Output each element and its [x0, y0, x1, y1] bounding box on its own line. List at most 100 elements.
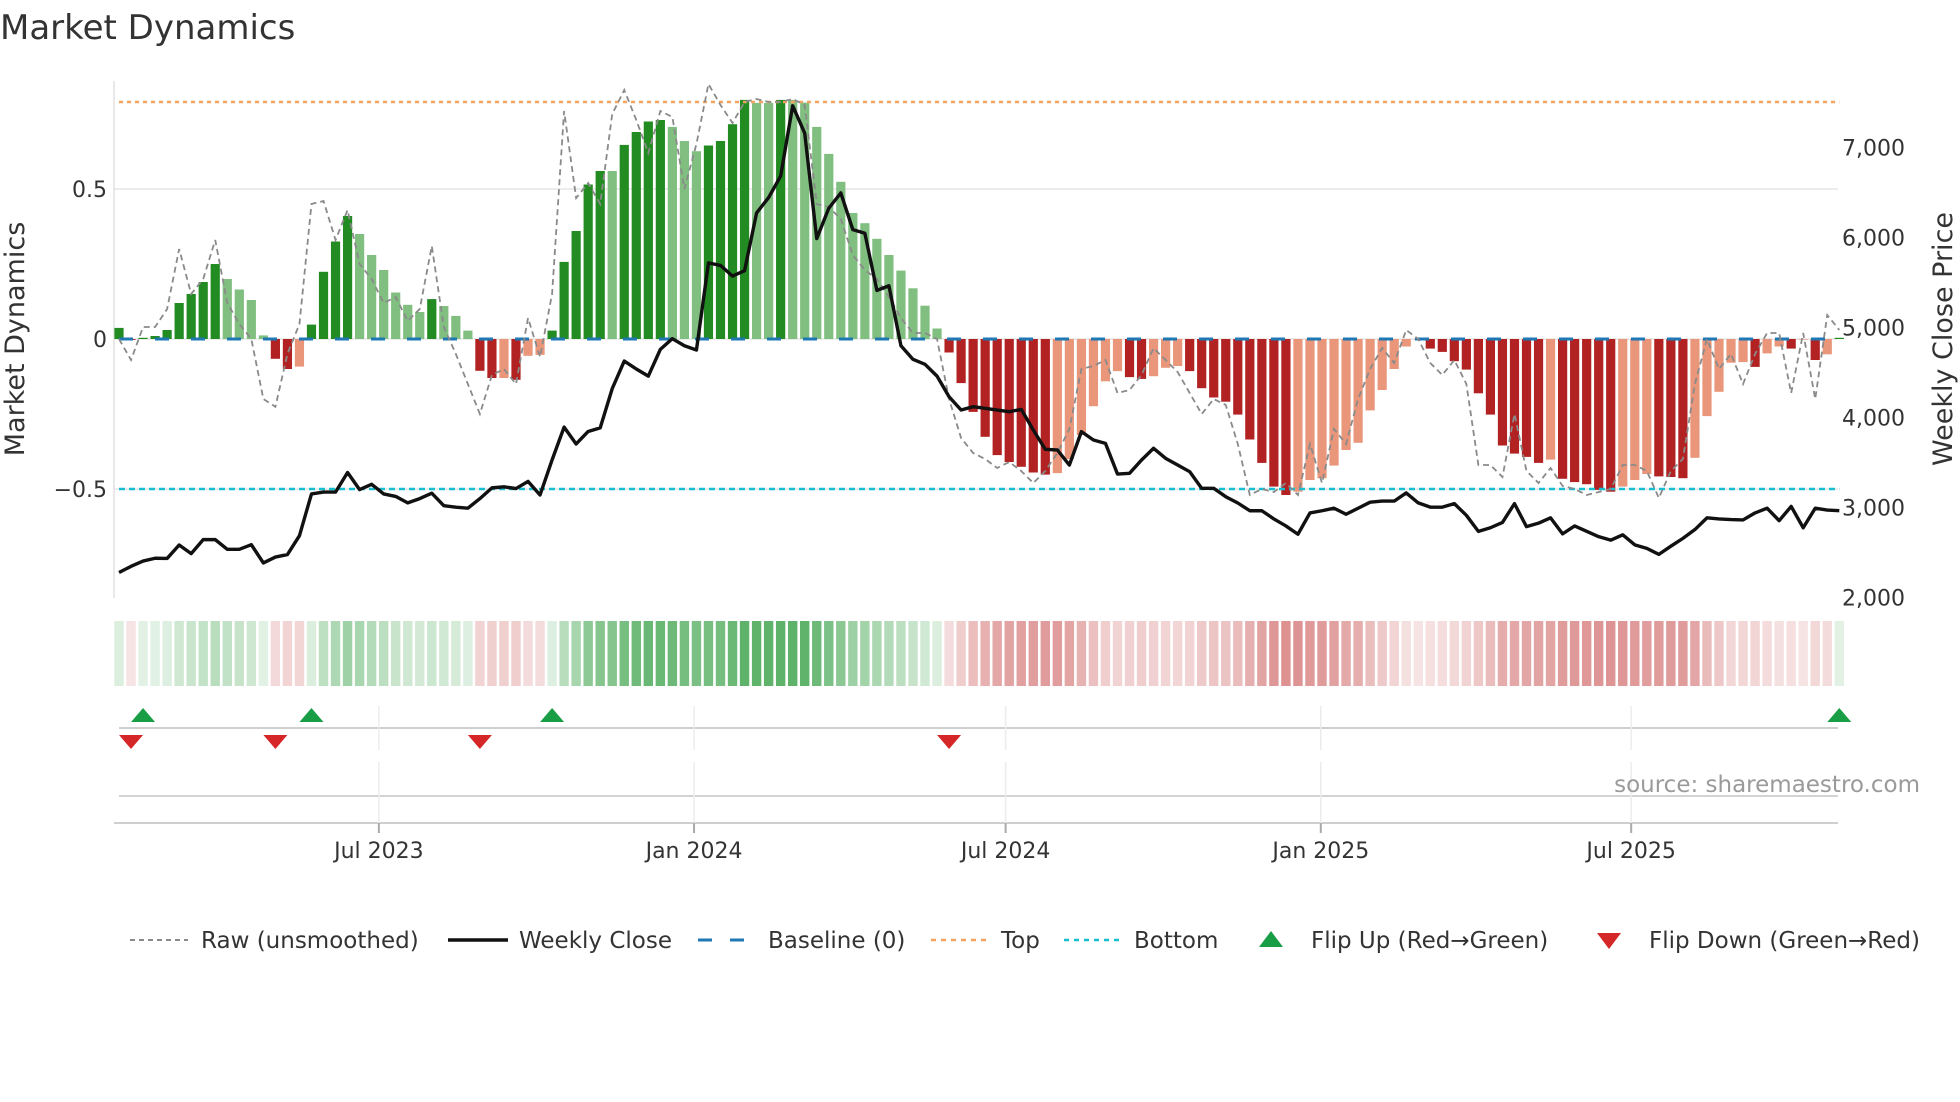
- strip-cell: [1112, 621, 1123, 686]
- strip-cell: [1221, 621, 1231, 686]
- flip-down-marker: [467, 735, 492, 749]
- strip-cell: [896, 621, 906, 686]
- strip-cell: [1630, 621, 1640, 686]
- flip-up-marker: [1827, 708, 1852, 722]
- dynamics-bar: [739, 99, 750, 340]
- dynamics-bar: [114, 327, 124, 339]
- strip-cell: [1245, 621, 1255, 686]
- strip-cell: [908, 621, 918, 686]
- dynamics-bar: [980, 339, 990, 437]
- dynamics-bar: [727, 124, 738, 339]
- strip-cell: [703, 621, 714, 686]
- dynamics-bar: [619, 144, 629, 339]
- dynamics-bar: [234, 289, 244, 339]
- dynamics-bar: [631, 132, 641, 339]
- strip-cell: [1377, 621, 1387, 686]
- strip-cell: [366, 621, 377, 686]
- dynamics-bar: [379, 270, 389, 339]
- strip-cell: [559, 621, 569, 686]
- dynamics-bar: [691, 151, 702, 339]
- dynamics-bar: [559, 261, 569, 339]
- dynamics-bar: [667, 126, 677, 340]
- strip-cell: [667, 621, 678, 686]
- dynamics-bar: [655, 120, 665, 339]
- dynamics-bar: [571, 231, 581, 339]
- strip-cell: [1449, 621, 1460, 686]
- dynamics-bar: [1533, 339, 1544, 463]
- strip-cell: [1413, 621, 1423, 686]
- dynamics-bar: [1582, 339, 1592, 485]
- strip-cell: [607, 621, 617, 686]
- strip-cell: [619, 621, 629, 686]
- dynamics-bar: [1088, 339, 1099, 407]
- dynamics-bar: [595, 171, 605, 339]
- dynamics-bar: [1209, 339, 1219, 398]
- strip-cell: [872, 621, 882, 686]
- dynamics-bar: [1642, 339, 1652, 474]
- strip-cell: [1822, 621, 1832, 686]
- dynamics-bar: [824, 153, 834, 339]
- strip-cell: [1136, 621, 1147, 686]
- strip-cell: [1545, 621, 1556, 686]
- strip-cell: [1714, 621, 1724, 686]
- strip-cell: [378, 621, 389, 686]
- strip-cell: [487, 621, 497, 686]
- strip-cell: [1678, 621, 1688, 686]
- strip-cell: [1461, 621, 1472, 686]
- dynamics-bar: [1485, 339, 1496, 415]
- dynamics-bar: [1185, 339, 1195, 372]
- strip-cell: [318, 621, 329, 686]
- strip-cell: [523, 621, 533, 686]
- strip-cell: [1473, 621, 1484, 686]
- legend-flip-down-label: Flip Down (Green→Red): [1649, 928, 1920, 954]
- source-label: source: sharemaestro.com: [1614, 772, 1920, 798]
- strip-cell: [1569, 621, 1580, 686]
- right-tick-label: 5,000: [1842, 317, 1905, 342]
- strip-cell: [1233, 621, 1243, 686]
- strip-cell: [1016, 621, 1026, 686]
- strip-cell: [956, 621, 966, 686]
- dynamics-bar: [1666, 339, 1676, 477]
- strip-cell: [427, 621, 437, 686]
- strip-cell: [1197, 621, 1207, 686]
- strip-cell: [499, 621, 509, 686]
- strip-cell: [1401, 621, 1411, 686]
- strip-cell: [222, 621, 232, 686]
- strip-cell: [1618, 621, 1628, 686]
- dynamics-bar: [944, 339, 954, 353]
- strip-cell: [439, 621, 449, 686]
- legend-bottom-label: Bottom: [1134, 928, 1218, 954]
- strip-cell: [812, 621, 822, 686]
- dynamics-bar: [1822, 339, 1832, 355]
- dynamics-bar: [1016, 339, 1026, 467]
- dynamics-bar: [776, 99, 786, 340]
- dynamics-bar: [1521, 339, 1532, 457]
- strip-cell: [884, 621, 894, 686]
- strip-cell: [1834, 621, 1844, 686]
- x-tick-label: Jan 2024: [644, 839, 743, 864]
- strip-cell: [655, 621, 666, 686]
- strip-cell: [1365, 621, 1375, 686]
- strip-cell: [571, 621, 581, 686]
- strip-cell: [186, 621, 196, 686]
- level-lines: [119, 100, 1840, 491]
- dynamics-bar: [174, 303, 184, 339]
- left-axis-title: Market Dynamics: [0, 222, 31, 457]
- strip-cell: [1606, 621, 1616, 686]
- dynamics-bar: [451, 315, 461, 339]
- flip-up-marker: [299, 708, 324, 722]
- strip-cell: [1557, 621, 1568, 686]
- x-axis: Jul 2023 Jan 2024 Jul 2024 Jan 2025 Jul 2025: [332, 706, 1676, 864]
- left-tick-label: −0.5: [54, 478, 107, 503]
- strip-cell: [1509, 621, 1520, 686]
- strip-cell: [162, 621, 172, 686]
- strip-cell: [1497, 621, 1508, 686]
- legend-top-label: Top: [1000, 928, 1040, 954]
- dynamics-bar: [330, 241, 341, 339]
- strip-cell: [210, 621, 220, 686]
- strip-cell: [258, 621, 269, 686]
- dynamics-bar: [391, 292, 401, 339]
- dynamics-bar: [1112, 339, 1123, 372]
- dynamics-bar: [1654, 339, 1664, 477]
- strip-cell: [739, 621, 750, 686]
